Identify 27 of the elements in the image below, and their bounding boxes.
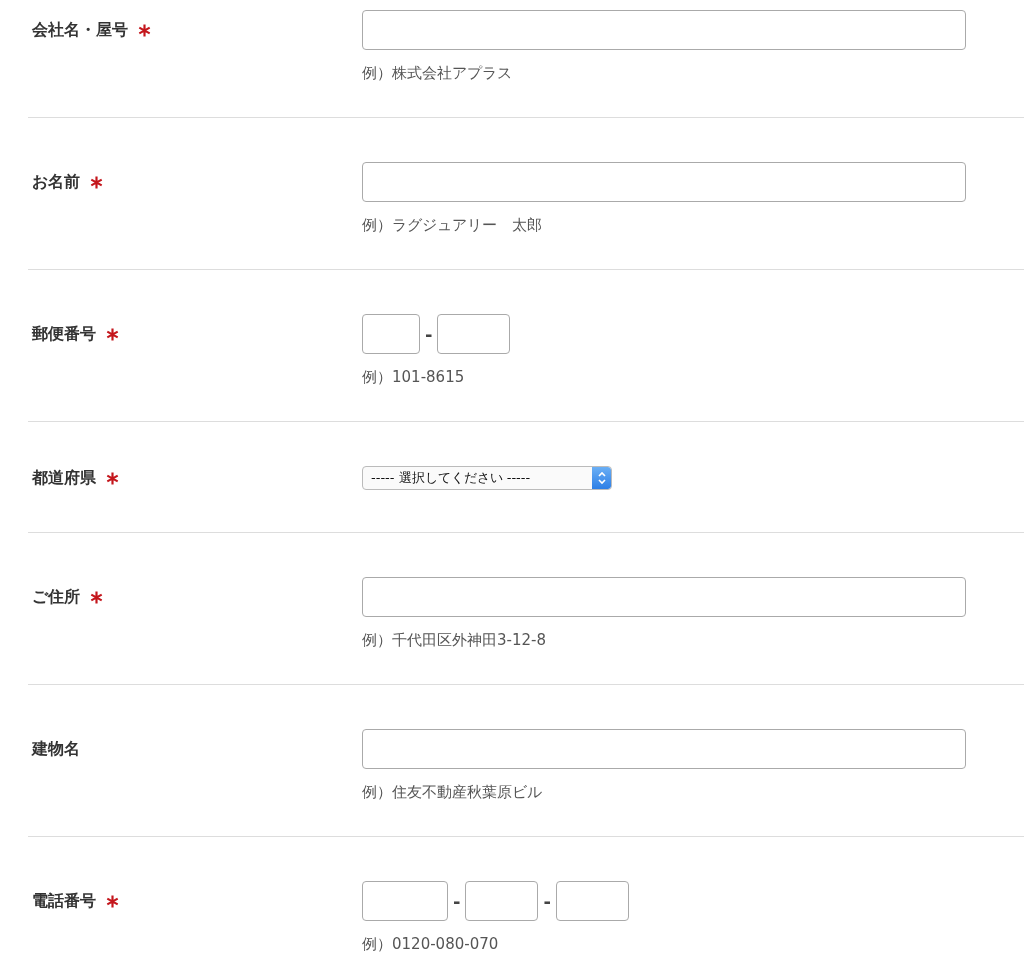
hyphen-separator: - [452, 890, 462, 912]
field-label: ご住所 [32, 586, 80, 608]
field-label: 電話番号 [32, 890, 96, 912]
dropdown-arrows-icon [592, 467, 611, 489]
text-input-field[interactable] [362, 577, 966, 617]
field-label: 郵便番号 [32, 323, 96, 345]
example-hint: 例）株式会社アプラス [362, 63, 513, 83]
field-label: 建物名 [32, 738, 80, 760]
example-hint: 例）101-8615 [362, 367, 466, 387]
text-input-field[interactable] [555, 881, 629, 921]
text-input-field[interactable] [437, 314, 511, 354]
field-label: 都道府県 [32, 467, 96, 489]
text-input-field[interactable] [362, 729, 966, 769]
example-hint: 例）千代田区外神田3-12-8 [362, 630, 547, 650]
prefecture-dropdown[interactable]: ----- 選択してください ----- [362, 466, 612, 490]
example-hint: 例）0120-080-070 [362, 934, 500, 954]
text-input-field[interactable] [362, 162, 966, 202]
example-hint: 例）ラグジュアリー 太郎 [362, 215, 543, 235]
field-label: 会社名・屋号 [32, 19, 128, 41]
text-input-field[interactable] [362, 881, 448, 921]
text-input-field[interactable] [362, 10, 966, 50]
example-hint: 例）住友不動産秋葉原ビル [362, 782, 543, 802]
hyphen-separator: - [424, 323, 434, 345]
field-label: お名前 [32, 171, 80, 193]
text-input-field[interactable] [465, 881, 539, 921]
hyphen-separator: - [542, 890, 552, 912]
text-input-field[interactable] [362, 314, 420, 354]
